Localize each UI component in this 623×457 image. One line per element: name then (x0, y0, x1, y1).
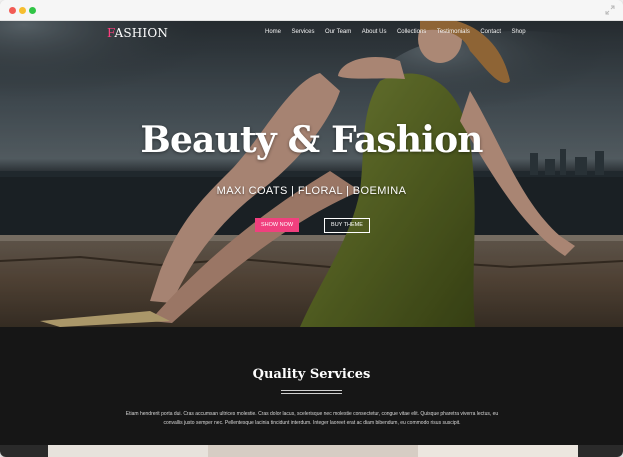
nav-item-about-us[interactable]: About Us (362, 29, 387, 35)
buy-theme-button[interactable]: BUY THEME (324, 218, 370, 233)
show-now-button[interactable]: SHOW NOW (255, 218, 299, 232)
close-dot-icon[interactable] (9, 7, 16, 14)
next-section-preview (0, 445, 623, 457)
browser-window: FASHION Home Services Our Team About Us … (0, 0, 623, 457)
window-titlebar (0, 0, 623, 21)
nav-item-contact[interactable]: Contact (480, 29, 501, 35)
hero-subtitle: MAXI COATS | FLORAL | BOEMINA (216, 185, 407, 197)
services-title: Quality Services (252, 367, 371, 382)
preview-image-1 (48, 445, 208, 457)
main-navigation: Home Services Our Team About Us Collecti… (265, 29, 526, 35)
title-divider-top (281, 390, 342, 391)
zoom-dot-icon[interactable] (29, 7, 36, 14)
nav-item-testimonials[interactable]: Testimonials (437, 29, 470, 35)
site-logo[interactable]: FASHION (107, 26, 168, 40)
preview-image-3 (418, 445, 578, 457)
hero-overlay (0, 21, 623, 327)
hero-section: FASHION Home Services Our Team About Us … (0, 21, 623, 327)
preview-image-left (0, 445, 48, 457)
nav-item-collections[interactable]: Collections (397, 29, 426, 35)
nav-item-services[interactable]: Services (292, 29, 315, 35)
preview-image-right (578, 445, 623, 457)
hero-title: Beauty & Fashion (140, 119, 483, 161)
logo-text: ASHION (114, 26, 169, 40)
nav-item-shop[interactable]: Shop (512, 29, 526, 35)
services-description: Etiam hendrerit porta dui. Cras accumsan… (108, 410, 516, 428)
nav-item-our-team[interactable]: Our Team (325, 29, 351, 35)
nav-item-home[interactable]: Home (265, 29, 281, 35)
expand-icon[interactable] (605, 5, 615, 15)
quality-services-section: Quality Services Etiam hendrerit porta d… (0, 327, 623, 445)
title-divider-bottom (281, 393, 342, 394)
services-text-line-1: Etiam hendrerit porta dui. Cras accumsan… (125, 411, 499, 417)
preview-image-2 (208, 445, 418, 457)
minimize-dot-icon[interactable] (19, 7, 26, 14)
services-text-line-2: convallis justo semper nec. Pellentesque… (163, 420, 461, 426)
